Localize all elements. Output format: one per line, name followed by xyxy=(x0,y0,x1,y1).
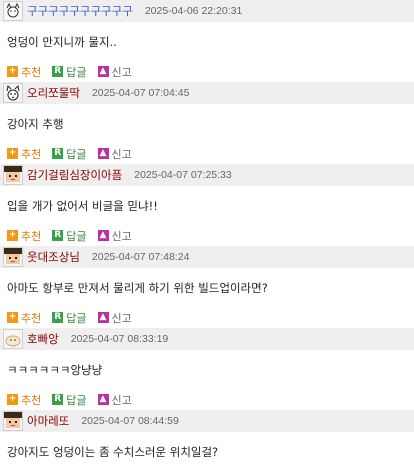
recommend-button[interactable]: + 추천 xyxy=(7,310,41,326)
comment-item: 아마레또 2025-04-07 08:44:59 강아지도 엉덩이는 좀 수치스… xyxy=(0,410,414,466)
comment-list: 구구구구구구구구구구 2025-04-06 22:20:31 엉덩이 만지니까 … xyxy=(0,0,414,466)
comment-item: 감기걸림심장이아픔 2025-04-07 07:25:33 입을 개가 없어서 … xyxy=(0,164,414,246)
comment-text: 입을 개가 없어서 비글을 믿냐!! xyxy=(7,198,158,213)
report-label: 신고 xyxy=(111,311,132,325)
report-button[interactable]: ▲ 신고 xyxy=(97,310,132,326)
comment-text: 강아지도 엉덩이는 좀 수치스러운 위치일걸? xyxy=(7,444,219,459)
comment-actions: + 추천 R 답글 ▲ 신고 xyxy=(0,143,414,164)
report-label: 신고 xyxy=(111,393,132,407)
reply-label: 답글 xyxy=(66,65,87,79)
comment-header: 호빠앙 2025-04-07 08:33:19 xyxy=(0,328,414,350)
comment-text: 엉덩이 만지니까 물지.. xyxy=(7,34,117,49)
bread-avatar[interactable] xyxy=(3,329,23,349)
reply-button[interactable]: R 답글 xyxy=(52,146,87,162)
reply-icon: R xyxy=(52,312,64,323)
report-button[interactable]: ▲ 신고 xyxy=(97,64,132,80)
comment-actions: + 추천 R 답글 ▲ 신고 xyxy=(0,61,414,82)
reply-label: 답글 xyxy=(66,311,87,325)
report-icon: ▲ xyxy=(97,312,109,323)
comment-timestamp: 2025-04-07 08:44:59 xyxy=(81,415,179,427)
recommend-button[interactable]: + 추천 xyxy=(7,64,41,80)
report-label: 신고 xyxy=(111,65,132,79)
report-icon: ▲ xyxy=(97,66,109,77)
plus-icon: + xyxy=(7,312,18,323)
plus-icon: + xyxy=(7,230,18,241)
recommend-label: 추천 xyxy=(21,229,42,243)
reply-label: 답글 xyxy=(66,393,87,407)
reply-button[interactable]: R 답글 xyxy=(52,64,87,80)
comment-author[interactable]: 웃대조상님 xyxy=(27,249,80,265)
comment-item: 오리쪼물딱 2025-04-07 07:04:45 강아지 추행 + 추천 R 답글… xyxy=(0,82,414,164)
recommend-button[interactable]: + 추천 xyxy=(7,146,41,162)
recommend-label: 추천 xyxy=(21,393,42,407)
comment-timestamp: 2025-04-07 08:33:19 xyxy=(70,333,169,345)
recommend-button[interactable]: + 추천 xyxy=(7,392,41,408)
plus-icon: + xyxy=(7,394,18,405)
comment-actions: + 추천 R 답글 ▲ 신고 xyxy=(0,389,414,410)
comment-text: 강아지 추행 xyxy=(7,116,64,131)
comment-timestamp: 2025-04-07 07:48:24 xyxy=(91,251,190,263)
comment-author[interactable]: 오리쪼물딱 xyxy=(27,85,80,101)
recommend-label: 추천 xyxy=(21,311,42,325)
reply-button[interactable]: R 답글 xyxy=(52,310,87,326)
comment-actions: + 추천 R 답글 ▲ 신고 xyxy=(0,307,414,328)
comment-header: 아마레또 2025-04-07 08:44:59 xyxy=(0,410,414,432)
comment-item: 웃대조상님 2025-04-07 07:48:24 아마도 항부로 만져서 물리… xyxy=(0,246,414,328)
report-label: 신고 xyxy=(111,229,132,243)
recommend-button[interactable]: + 추천 xyxy=(7,228,41,244)
report-icon: ▲ xyxy=(97,148,109,159)
comment-author[interactable]: 감기걸림심장이아픔 xyxy=(27,167,122,183)
comment-text: ㅋㅋㅋㅋㅋㅋ앙냥냥 xyxy=(7,362,103,377)
pixel-face-avatar[interactable] xyxy=(3,165,23,185)
comment-item: 호빠앙 2025-04-07 08:33:19 ㅋㅋㅋㅋㅋㅋ앙냥냥 + 추천 R답… xyxy=(0,328,414,410)
comment-item: 구구구구구구구구구구 2025-04-06 22:20:31 엉덩이 만지니까 … xyxy=(0,0,414,82)
cat-avatar[interactable] xyxy=(3,1,23,21)
reply-icon: R xyxy=(52,230,64,241)
reply-icon: R xyxy=(52,148,64,159)
comment-actions: + 추천 R 답글 ▲ 신고 xyxy=(0,225,414,246)
report-button[interactable]: ▲ 신고 xyxy=(97,146,132,162)
recommend-label: 추천 xyxy=(21,147,42,161)
comment-text: 아마도 항부로 만져서 물리게 하기 위한 빌드업이라면? xyxy=(7,280,268,295)
comment-author[interactable]: 아마레또 xyxy=(27,413,69,429)
comment-header: 오리쪼물딱 2025-04-07 07:04:45 xyxy=(0,82,414,104)
pixel-face-avatar[interactable] xyxy=(3,411,23,431)
comment-header: 구구구구구구구구구구 2025-04-06 22:20:31 xyxy=(0,0,414,22)
reply-label: 답글 xyxy=(66,147,87,161)
plus-icon: + xyxy=(7,66,18,77)
reply-button[interactable]: R 답글 xyxy=(52,392,87,408)
recommend-label: 추천 xyxy=(21,65,42,79)
report-icon: ▲ xyxy=(97,230,109,241)
cat-avatar[interactable] xyxy=(3,83,23,103)
reply-label: 답글 xyxy=(66,229,87,243)
plus-icon: + xyxy=(7,148,18,159)
report-button[interactable]: ▲ 신고 xyxy=(97,392,132,408)
report-icon: ▲ xyxy=(97,394,109,405)
comment-author[interactable]: 호빠앙 xyxy=(27,331,59,347)
comment-timestamp: 2025-04-07 07:25:33 xyxy=(134,169,232,181)
pixel-face-avatar[interactable] xyxy=(3,247,23,267)
reply-button[interactable]: R 답글 xyxy=(52,228,87,244)
report-label: 신고 xyxy=(111,147,132,161)
comment-header: 웃대조상님 2025-04-07 07:48:24 xyxy=(0,246,414,268)
comment-author[interactable]: 구구구구구구구구구구 xyxy=(27,3,133,19)
reply-icon: R xyxy=(52,66,64,77)
report-button[interactable]: ▲ 신고 xyxy=(97,228,132,244)
comment-header: 감기걸림심장이아픔 2025-04-07 07:25:33 xyxy=(0,164,414,186)
comment-timestamp: 2025-04-06 22:20:31 xyxy=(144,5,243,17)
comment-timestamp: 2025-04-07 07:04:45 xyxy=(91,87,190,99)
reply-icon: R xyxy=(52,394,64,405)
